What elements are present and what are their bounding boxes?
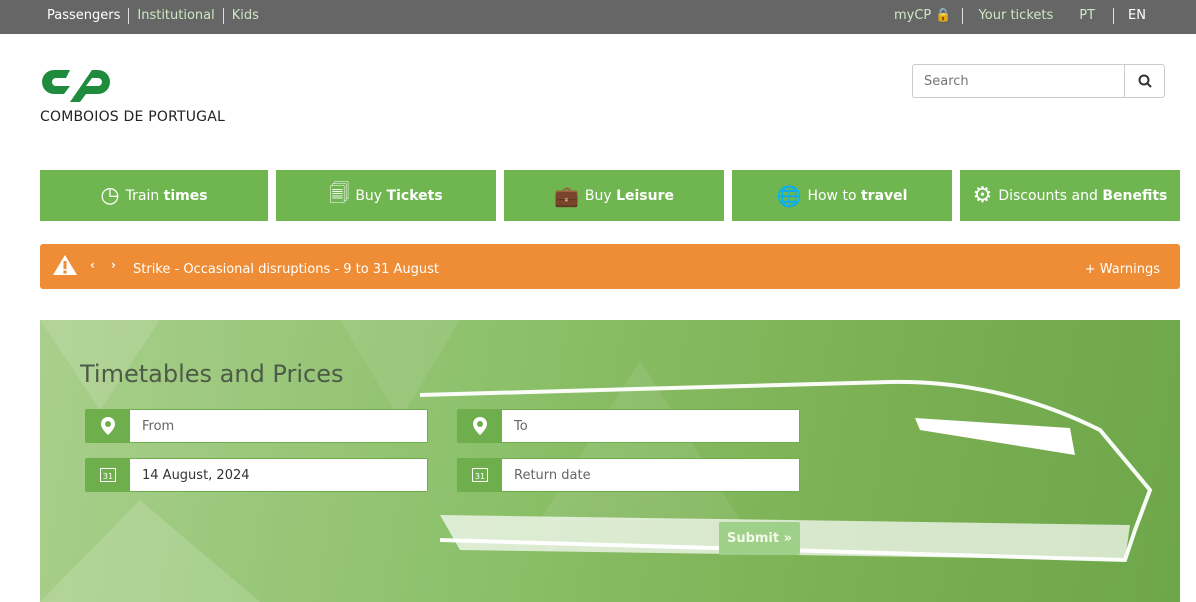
location-pin-icon [458, 410, 502, 442]
calendar-icon: 31 [458, 459, 502, 491]
nav-label: Discounts and Benefits [998, 187, 1168, 204]
alert-message[interactable]: Strike - Occasional disruptions - 9 to 3… [133, 262, 439, 277]
nav-train-times[interactable]: ◷ Train times [40, 170, 268, 221]
lang-pt[interactable]: PT [1069, 8, 1113, 24]
search-icon [1138, 74, 1152, 88]
location-pin-icon [86, 410, 130, 442]
date-field: 31 [85, 458, 428, 492]
date-input[interactable] [130, 459, 427, 491]
suitcase-icon: 💼 [553, 183, 579, 208]
nav-how-to-travel[interactable]: 🌐 How to travel [732, 170, 952, 221]
alert-bar: ‹ › Strike - Occasional disruptions - 9 … [40, 244, 1180, 289]
nav-label: Train times [125, 187, 208, 204]
top-bar: Passengers Institutional Kids myCP 🔒 You… [0, 0, 1196, 34]
nav-label: Buy Leisure [584, 187, 675, 204]
to-input[interactable] [502, 410, 799, 442]
search-box [912, 64, 1165, 98]
search-button[interactable] [1124, 65, 1164, 97]
lang-en[interactable]: EN [1113, 8, 1154, 24]
nav-label: Buy Tickets [355, 187, 443, 204]
cp-logo[interactable] [40, 66, 112, 108]
your-tickets-link[interactable]: Your tickets [961, 8, 1070, 24]
return-date-field: 31 [457, 458, 800, 492]
logo-text: COMBOIOS DE PORTUGAL [40, 109, 226, 125]
tickets-icon: 🗐 [329, 180, 350, 205]
clock-icon: ◷ [100, 183, 120, 208]
return-date-input[interactable] [502, 459, 799, 491]
search-input[interactable] [913, 65, 1124, 97]
badge-icon: ⚙ [972, 183, 993, 208]
nav-buy-tickets[interactable]: 🗐 Buy Tickets [276, 170, 496, 221]
mycp-label: myCP [893, 8, 932, 23]
submit-button[interactable]: Submit » [719, 522, 800, 555]
globe-icon: 🌐 [776, 183, 802, 208]
passengers-link[interactable]: Passengers [47, 8, 128, 24]
timetable-panel: Timetables and Prices 31 31 Submit » [40, 320, 1180, 602]
warnings-link[interactable]: + Warnings [1085, 262, 1160, 277]
from-input[interactable] [130, 410, 427, 442]
calendar-icon: 31 [86, 459, 130, 491]
nav-buy-leisure[interactable]: 💼 Buy Leisure [504, 170, 724, 221]
to-field [457, 409, 800, 443]
nav-discounts[interactable]: ⚙ Discounts and Benefits [960, 170, 1180, 221]
from-field [85, 409, 428, 443]
lock-icon: 🔒 [935, 8, 952, 23]
kids-link[interactable]: Kids [222, 8, 267, 24]
next-arrow-icon[interactable]: › [111, 258, 116, 272]
prev-arrow-icon[interactable]: ‹ [90, 258, 95, 272]
panel-title: Timetables and Prices [80, 360, 344, 388]
nav-label: How to travel [807, 187, 908, 204]
institutional-link[interactable]: Institutional [128, 8, 222, 24]
warning-icon [52, 254, 78, 280]
mycp-link[interactable]: myCP 🔒 [894, 8, 962, 24]
